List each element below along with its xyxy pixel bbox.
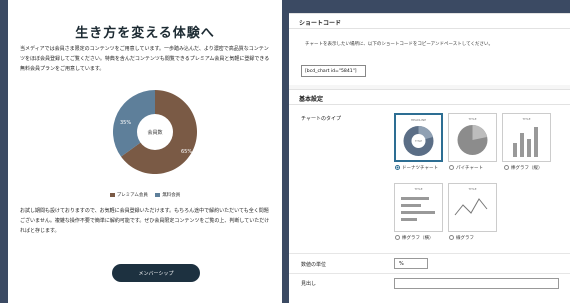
- shortcode-description: チャートを表示したい場所に、以下のショートコードをコピーアンドペーストしてくださ…: [305, 42, 493, 47]
- radio-vbar[interactable]: [504, 165, 509, 170]
- unit-input[interactable]: %: [394, 258, 428, 269]
- chart-type-line-option[interactable]: TITLE: [448, 183, 497, 232]
- chart-type-vbar-label[interactable]: 棒グラフ（縦）: [504, 165, 543, 171]
- basic-settings-section: チャートのタイプ HEADLINE TITLE ドーナツチャート TITLE パ…: [289, 105, 570, 303]
- radio-hbar[interactable]: [395, 235, 400, 240]
- chart-type-hbar-option[interactable]: TITLE: [394, 183, 443, 232]
- pie-thumb-icon: [457, 125, 488, 155]
- legend-item-premium: プレミアム会員: [109, 192, 148, 198]
- chart-type-donut-label[interactable]: ドーナツチャート: [395, 165, 438, 171]
- chart-type-pie-label[interactable]: パイチャート: [449, 165, 483, 171]
- radio-pie[interactable]: [449, 165, 454, 170]
- unit-label: 数値の単位: [301, 262, 327, 268]
- chart-type-donut-option[interactable]: HEADLINE TITLE: [394, 113, 443, 162]
- hbar-thumb-icon: [401, 197, 435, 221]
- article-intro: 当メディアでは会員さま限定のコンテンツをご用意しています。一歩踏み込んだ、より濃…: [20, 46, 270, 72]
- donut-center-label: 会員数: [147, 129, 163, 136]
- divider: [289, 273, 570, 274]
- chart-type-pie-option[interactable]: TITLE: [448, 113, 497, 162]
- premium-value-label: 65%: [181, 149, 193, 155]
- svg-text:TITLE: TITLE: [415, 139, 422, 143]
- chart-legend: プレミアム会員 無料会員: [8, 192, 282, 198]
- legend-item-free: 無料会員: [155, 192, 180, 198]
- chart-type-hbar-label[interactable]: 棒グラフ（横）: [395, 235, 434, 241]
- shortcode-field[interactable]: [bcd_chart id="5841"]: [301, 65, 366, 77]
- line-thumb-icon: [454, 198, 488, 216]
- vbar-thumb-icon: [513, 127, 538, 157]
- radio-line[interactable]: [449, 235, 454, 240]
- chart-type-line-label[interactable]: 線グラフ: [449, 235, 474, 241]
- divider: [289, 253, 570, 254]
- article-title: 生き方を変える体験へ: [75, 26, 215, 41]
- chart-type-label: チャートのタイプ: [301, 116, 341, 122]
- shortcode-heading: ショートコード: [289, 13, 570, 29]
- chart-settings-panel: ショートコード チャートを表示したい場所に、以下のショートコードをコピーアンドペ…: [289, 13, 570, 303]
- heading-input[interactable]: [394, 278, 559, 289]
- article-body: お試し期間も設けておりますので、お気軽に会員登録いただけます。もちろん途中で解約…: [20, 208, 270, 234]
- radio-donut[interactable]: [395, 165, 400, 170]
- basic-settings-heading: 基本設定: [289, 89, 570, 105]
- heading-label: 見出し: [301, 281, 317, 287]
- chart-type-vbar-option[interactable]: TITLE: [502, 113, 551, 162]
- membership-button[interactable]: メンバーシップ: [112, 264, 200, 282]
- free-value-label: 35%: [120, 120, 132, 126]
- donut-thumb-icon: TITLE: [403, 125, 434, 156]
- article-panel: 生き方を変える体験へ 当メディアでは会員さま限定のコンテンツをご用意しています。…: [8, 0, 282, 303]
